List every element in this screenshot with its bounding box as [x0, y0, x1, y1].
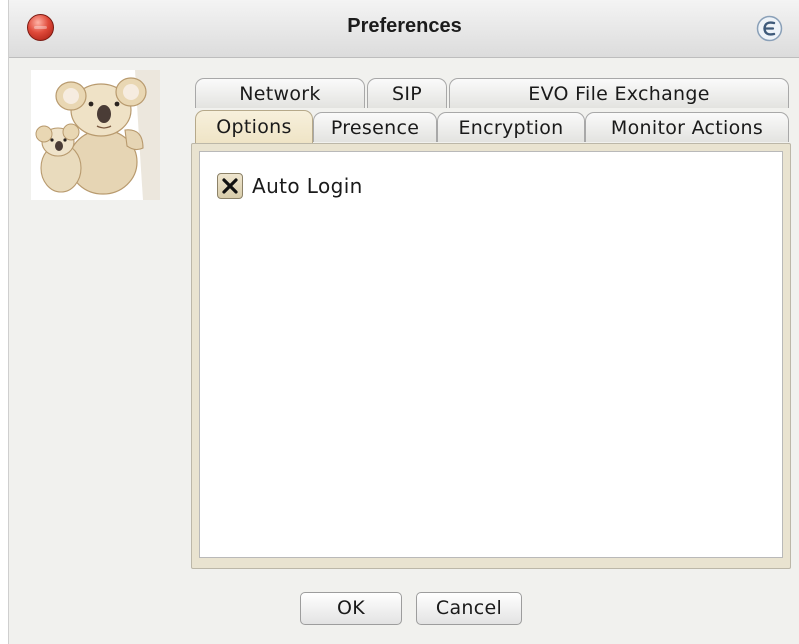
auto-login-label[interactable]: Auto Login [252, 174, 363, 198]
ok-button[interactable]: OK [300, 592, 402, 625]
tab-options[interactable]: Options [195, 110, 313, 143]
cancel-button[interactable]: Cancel [416, 592, 522, 625]
preferences-window: Preferences Network SIP EVO File Exchang… [8, 0, 799, 644]
auto-login-checkbox[interactable] [217, 173, 243, 199]
tab-monitor-actions[interactable]: Monitor Actions [585, 112, 789, 142]
koala-image [31, 70, 160, 200]
window-title: Preferences [347, 15, 462, 37]
tab-evo-file-exchange[interactable]: EVO File Exchange [449, 78, 789, 108]
tab-sip[interactable]: SIP [367, 78, 447, 108]
check-x-icon [222, 178, 238, 194]
auto-login-row: Auto Login [217, 172, 363, 200]
tab-network[interactable]: Network [195, 78, 365, 108]
tab-encryption[interactable]: Encryption [437, 112, 585, 142]
evo-e-icon [756, 15, 783, 42]
tab-presence[interactable]: Presence [313, 112, 437, 142]
options-panel: Auto Login [191, 143, 791, 569]
options-content: Auto Login [199, 151, 783, 558]
title-bar: Preferences [9, 0, 799, 58]
